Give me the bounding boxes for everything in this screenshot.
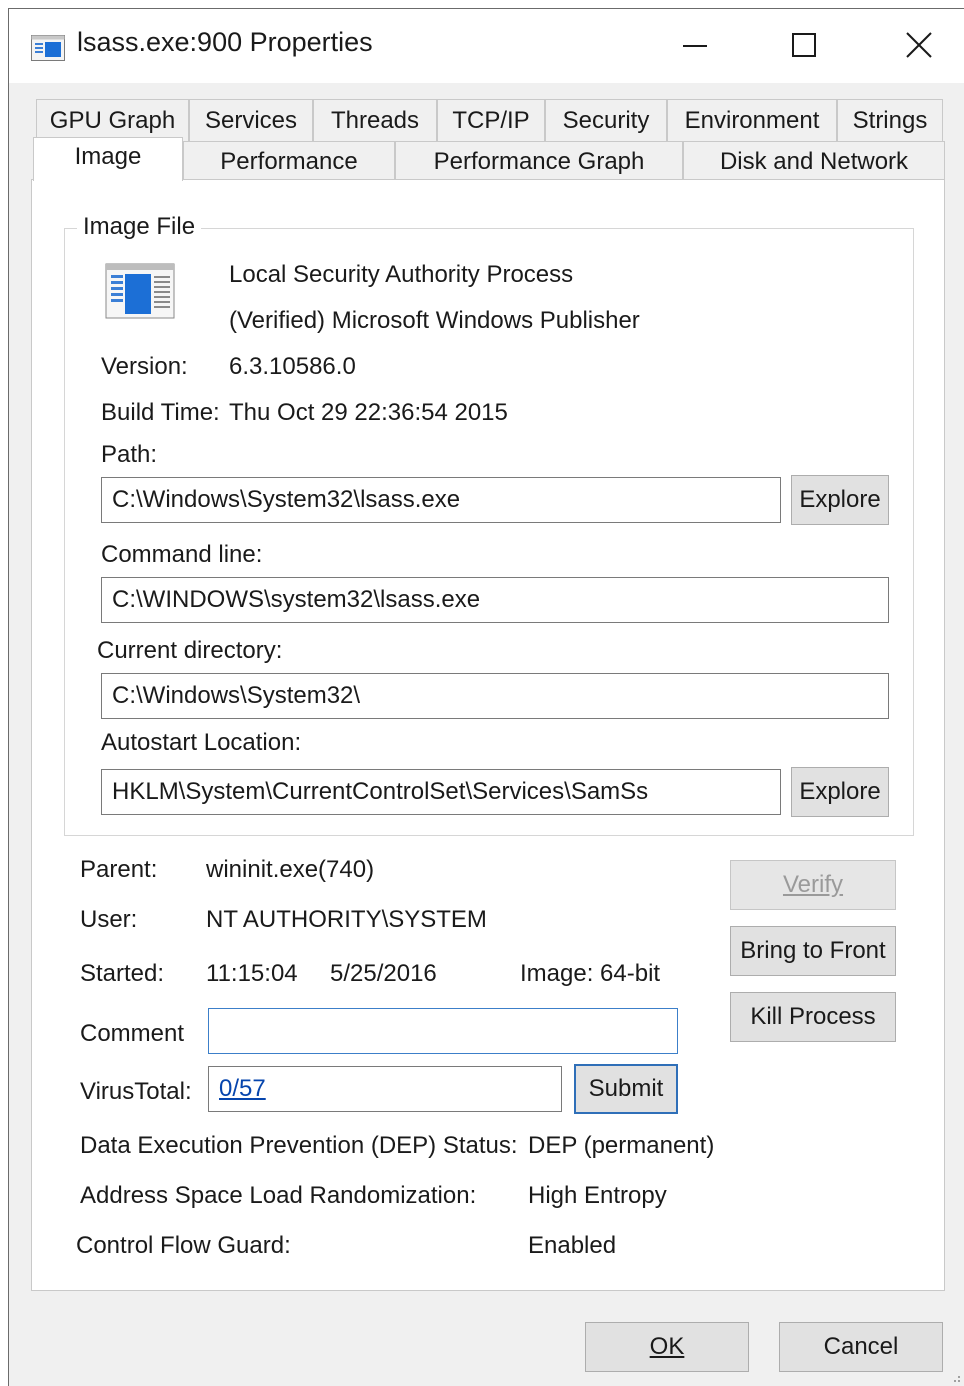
autostart-location-field[interactable]: HKLM\System\CurrentControlSet\Services\S…: [101, 769, 781, 815]
parent-label: Parent:: [80, 856, 158, 883]
aslr-value: High Entropy: [528, 1182, 667, 1209]
tab-services[interactable]: Services: [189, 99, 313, 141]
verify-button[interactable]: Verify: [730, 860, 896, 910]
image-file-group-label: Image File: [77, 213, 202, 241]
path-explore-label: Explore: [799, 486, 881, 513]
resize-grip-icon[interactable]: [948, 1370, 962, 1384]
bring-to-front-label: Bring to Front: [740, 937, 886, 964]
bring-to-front-button[interactable]: Bring to Front: [730, 926, 896, 976]
close-icon[interactable]: [889, 23, 949, 67]
dep-label: Data Execution Prevention (DEP) Status:: [80, 1132, 518, 1159]
image-publisher: (Verified) Microsoft Windows Publisher: [229, 307, 640, 334]
cancel-button[interactable]: Cancel: [779, 1322, 943, 1372]
build-time-label: Build Time:: [101, 399, 220, 426]
current-directory-label: Current directory:: [97, 637, 283, 664]
virustotal-label: VirusTotal:: [80, 1078, 192, 1105]
command-line-field[interactable]: C:\WINDOWS\system32\lsass.exe: [101, 577, 889, 623]
window-app-icon: [31, 35, 65, 61]
image-tab-panel: Image File Local Security Authority Proc…: [31, 179, 945, 1291]
submit-label: Submit: [588, 1075, 664, 1102]
cancel-label: Cancel: [823, 1333, 899, 1360]
dep-value: DEP (permanent): [528, 1132, 715, 1159]
image-description: Local Security Authority Process: [229, 261, 574, 288]
path-label: Path:: [101, 441, 158, 468]
user-value: NT AUTHORITY\SYSTEM: [206, 906, 487, 933]
path-field[interactable]: C:\Windows\System32\lsass.exe: [101, 477, 781, 523]
build-time-value: Thu Oct 29 22:36:54 2015: [229, 399, 508, 426]
virustotal-submit-button[interactable]: Submit: [574, 1064, 678, 1114]
tab-image[interactable]: Image: [33, 137, 183, 181]
verify-label: Verify: [782, 871, 844, 898]
ok-button[interactable]: OK: [585, 1322, 749, 1372]
tab-environment[interactable]: Environment: [667, 99, 837, 141]
autostart-location-label: Autostart Location:: [101, 729, 302, 756]
tab-disk-and-network[interactable]: Disk and Network: [683, 141, 945, 181]
tab-tcpip[interactable]: TCP/IP: [437, 99, 545, 141]
image-file-group: Image File Local Security Authority Proc…: [64, 213, 914, 836]
autostart-explore-label: Explore: [799, 778, 881, 805]
cfg-value: Enabled: [528, 1232, 617, 1259]
tab-strings[interactable]: Strings: [837, 99, 943, 141]
application-image-icon: [105, 263, 175, 319]
ok-label: OK: [649, 1333, 685, 1360]
parent-value: wininit.exe(740): [206, 856, 375, 883]
window-title: lsass.exe:900 Properties: [77, 27, 373, 57]
current-directory-field[interactable]: C:\Windows\System32\: [101, 673, 889, 719]
kill-process-button[interactable]: Kill Process: [730, 992, 896, 1042]
comment-input[interactable]: [208, 1008, 678, 1054]
maximize-icon[interactable]: [775, 23, 835, 67]
image-bitness: Image: 64-bit: [520, 960, 661, 987]
tab-gpu-graph[interactable]: GPU Graph: [36, 99, 189, 141]
started-date: 5/25/2016: [330, 960, 437, 987]
minimize-icon[interactable]: [665, 23, 725, 67]
virustotal-result-link[interactable]: 0/57: [219, 1075, 266, 1103]
properties-window: lsass.exe:900 Properties GPU Graph Servi…: [8, 8, 964, 1386]
autostart-explore-button[interactable]: Explore: [791, 767, 889, 817]
comment-label: Comment: [80, 1020, 185, 1047]
tab-security[interactable]: Security: [545, 99, 667, 141]
version-label: Version:: [101, 353, 188, 380]
tab-performance-graph[interactable]: Performance Graph: [395, 141, 683, 181]
title-bar[interactable]: lsass.exe:900 Properties: [9, 9, 964, 83]
tab-threads[interactable]: Threads: [313, 99, 437, 141]
started-time: 11:15:04: [206, 960, 298, 987]
aslr-label: Address Space Load Randomization:: [80, 1182, 477, 1209]
virustotal-field: 0/57: [208, 1066, 562, 1112]
version-value: 6.3.10586.0: [229, 353, 356, 380]
command-line-label: Command line:: [101, 541, 263, 568]
cfg-label: Control Flow Guard:: [76, 1232, 291, 1259]
started-label: Started:: [80, 960, 165, 987]
user-label: User:: [80, 906, 138, 933]
tab-performance[interactable]: Performance: [183, 141, 395, 181]
path-explore-button[interactable]: Explore: [791, 475, 889, 525]
kill-process-label: Kill Process: [750, 1003, 876, 1030]
